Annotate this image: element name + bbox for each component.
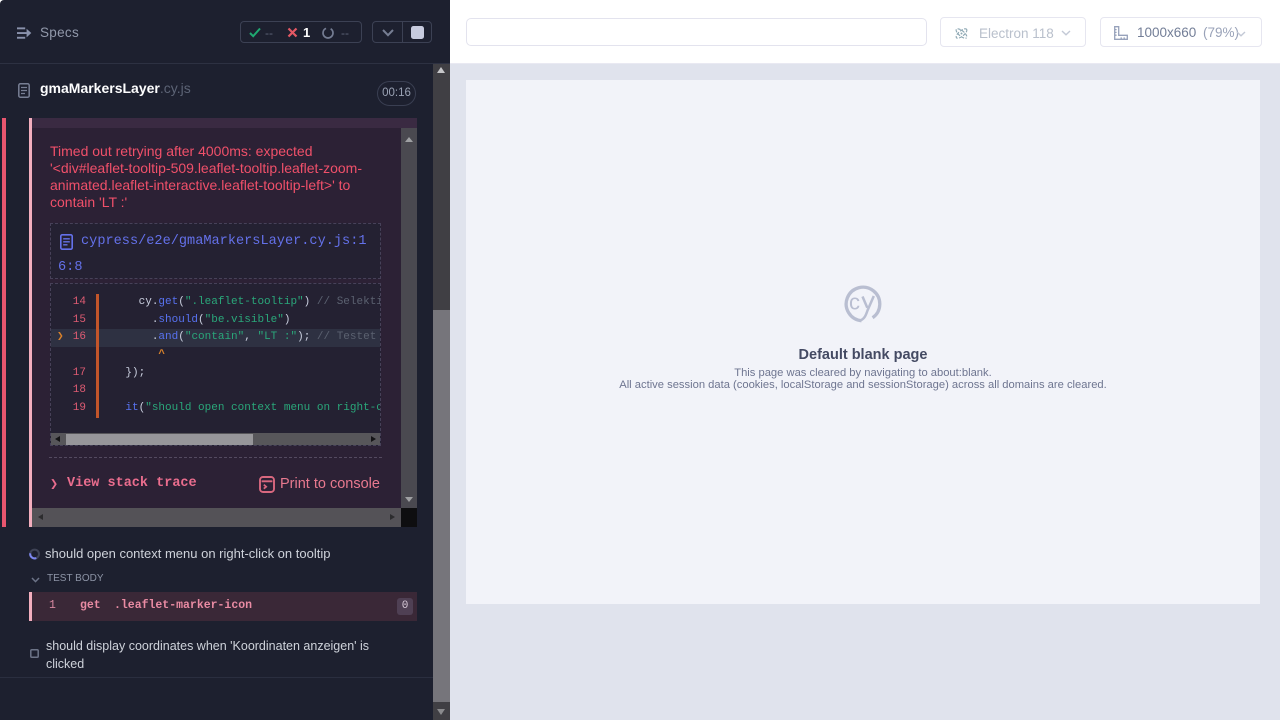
svg-text:c: c <box>849 290 860 315</box>
